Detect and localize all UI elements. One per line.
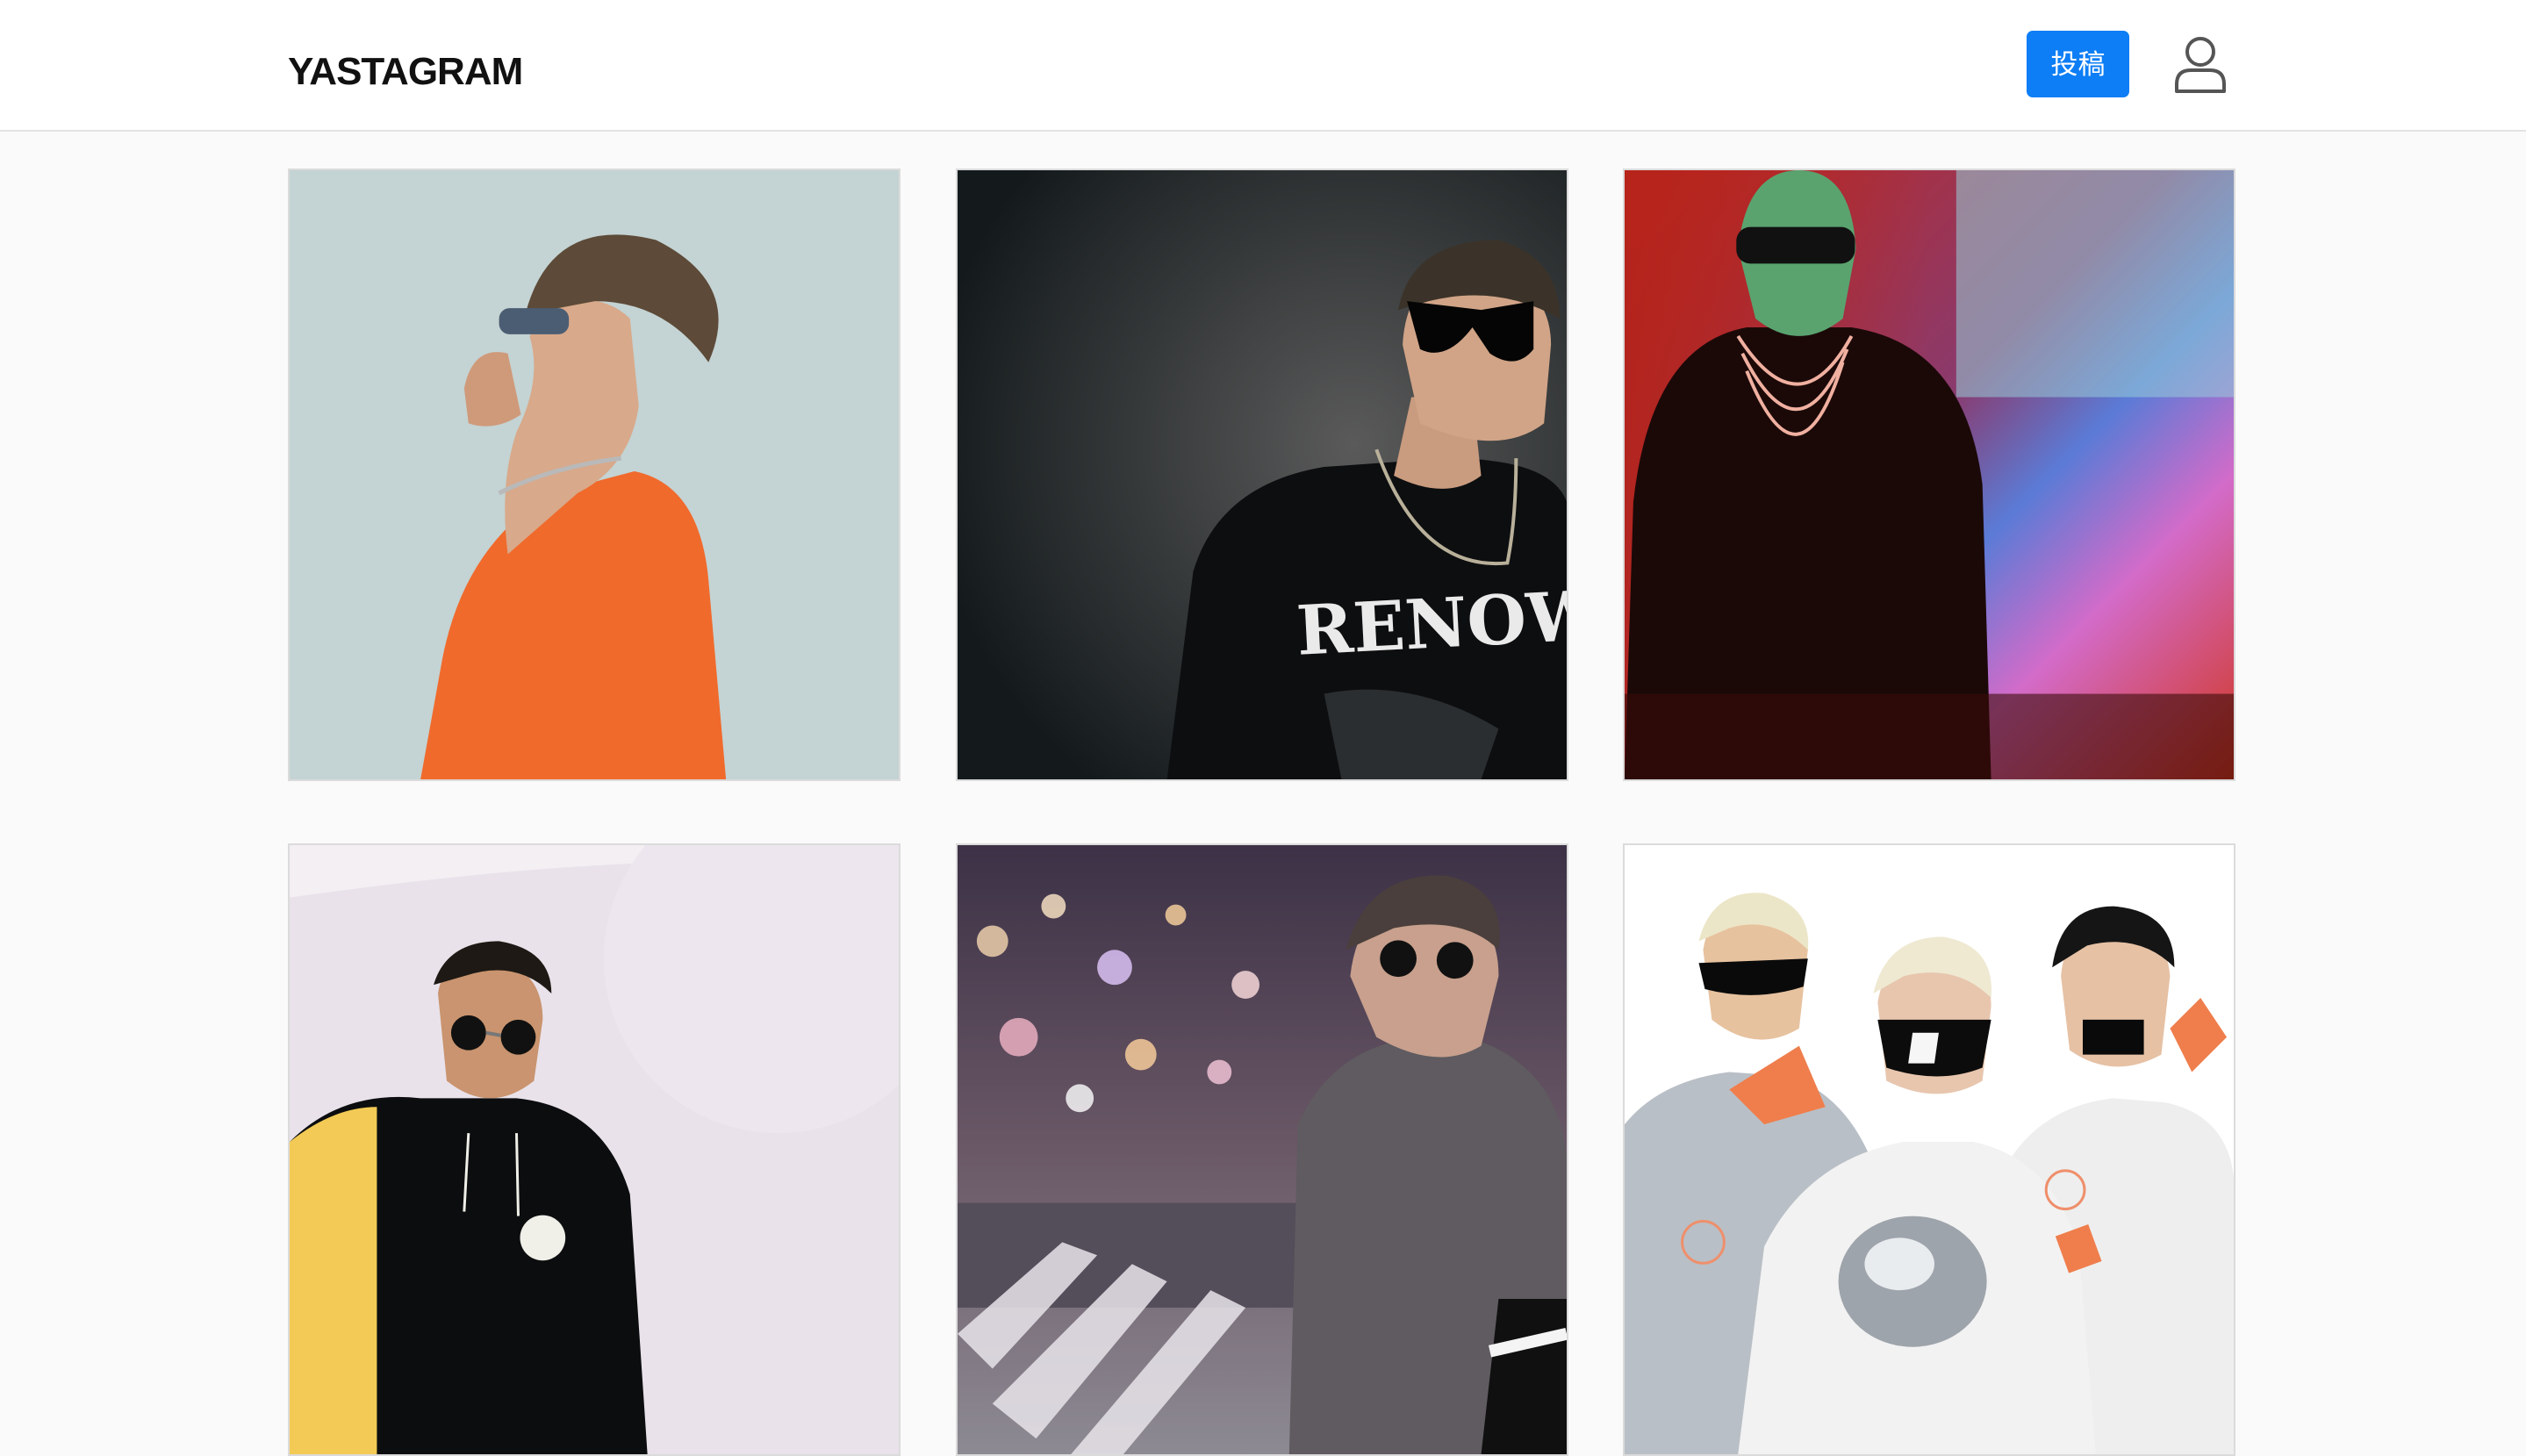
top-nav-bar: YASTAGRAM 投稿 [0, 0, 2526, 132]
post-thumbnail[interactable]: RENOWNE [956, 169, 1568, 781]
post-thumbnail[interactable] [288, 169, 901, 781]
post-thumbnail[interactable] [1623, 169, 2235, 781]
post-photo: RENOWNE [958, 170, 1567, 779]
post-thumbnail[interactable] [1623, 843, 2235, 1456]
post-photo [1625, 170, 2234, 779]
post-photo [290, 845, 899, 1454]
post-photo [1625, 845, 2234, 1454]
post-thumbnail[interactable] [956, 843, 1568, 1456]
post-photo [290, 170, 899, 779]
post-button[interactable]: 投稿 [2027, 31, 2129, 97]
post-photo [958, 845, 1567, 1454]
app-logo[interactable]: YASTAGRAM [288, 49, 523, 95]
user-icon [2175, 37, 2226, 93]
profile-button[interactable] [2173, 33, 2228, 95]
post-thumbnail[interactable] [288, 843, 901, 1456]
